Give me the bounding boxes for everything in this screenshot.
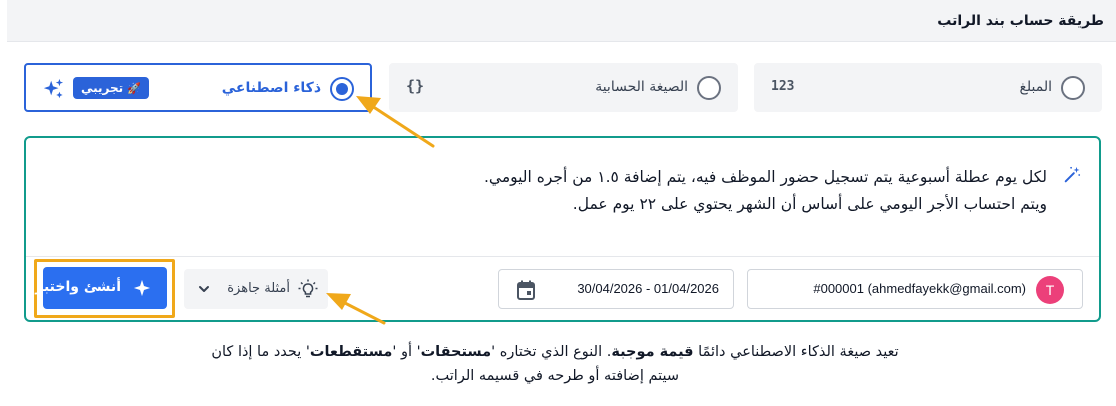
employee-select-value: #000001 (ahmedfayekk@gmail.com) [813,281,1026,296]
generate-test-button[interactable]: أنشئ واختبر [35,267,167,309]
option-amount-label: المبلغ [1019,79,1052,95]
magic-wand-icon [1064,166,1081,183]
date-range-field[interactable]: 30/04/2026 - 01/04/2026 [498,269,734,309]
divider [26,256,1099,257]
note-text-3: ' أو ' [392,344,421,360]
date-range-value: 30/04/2026 - 01/04/2026 [577,281,719,296]
ai-formula-note: تعيد صيغة الذكاء الاصطناعي دائمًا قيمة م… [160,340,950,388]
lightbulb-icon [298,279,318,298]
prompt-line-2: ويتم احتساب الأجر اليومي على أساس أن الش… [572,195,1047,213]
calendar-icon [517,280,535,300]
generate-test-button-label: أنشئ واختبر [35,279,121,295]
employee-select[interactable]: T #000001 (ahmedfayekk@gmail.com) [747,269,1083,309]
note-text-4: ' يحدد ما إذا كان [211,344,310,360]
section-title: طريقة حساب بند الراتب [937,13,1104,29]
radio-formula[interactable] [697,76,721,100]
avatar: T [1036,276,1064,304]
option-ai-label: ذكاء اصطناعي [221,80,321,96]
note-text-1: تعيد صيغة الذكاء الاصطناعي دائمًا [693,344,899,360]
option-ai[interactable]: ذكاء اصطناعي 🚀تجريبي [24,63,372,112]
note-bold-earnings: مستحقات [420,344,492,360]
note-line-2: سيتم إضافته أو طرحه في قسيمه الراتب. [430,368,680,384]
ai-prompt-textarea[interactable]: لكل يوم عطلة أسبوعية يتم تسجيل حضور المو… [147,164,1047,218]
beta-badge-label: تجريبي [81,81,124,95]
numbers-icon: 123 [771,79,795,94]
sparkles-icon [43,78,64,99]
note-bold-deductions: مستقطعات [309,344,393,360]
option-amount[interactable]: المبلغ 123 [754,63,1102,112]
note-bold-positive: قيمة موجبة [611,344,694,360]
radio-ai[interactable] [330,77,354,101]
chevron-down-icon [199,286,209,292]
sparkle-icon [133,279,151,297]
rocket-icon: 🚀 [127,82,141,95]
examples-button-label: أمثلة جاهزة [227,281,290,296]
radio-amount[interactable] [1061,76,1085,100]
option-formula-label: الصيغة الحسابية [595,79,688,95]
option-formula[interactable]: الصيغة الحسابية {} [389,63,738,112]
beta-badge: 🚀تجريبي [73,77,149,99]
prompt-line-1: لكل يوم عطلة أسبوعية يتم تسجيل حضور المو… [483,168,1047,186]
section-header: طريقة حساب بند الراتب [7,0,1116,42]
note-text-2: . النوع الذي تختاره ' [491,344,612,360]
examples-button[interactable]: أمثلة جاهزة [184,269,328,309]
braces-icon: {} [406,77,425,95]
ai-prompt-box: لكل يوم عطلة أسبوعية يتم تسجيل حضور المو… [24,136,1101,322]
